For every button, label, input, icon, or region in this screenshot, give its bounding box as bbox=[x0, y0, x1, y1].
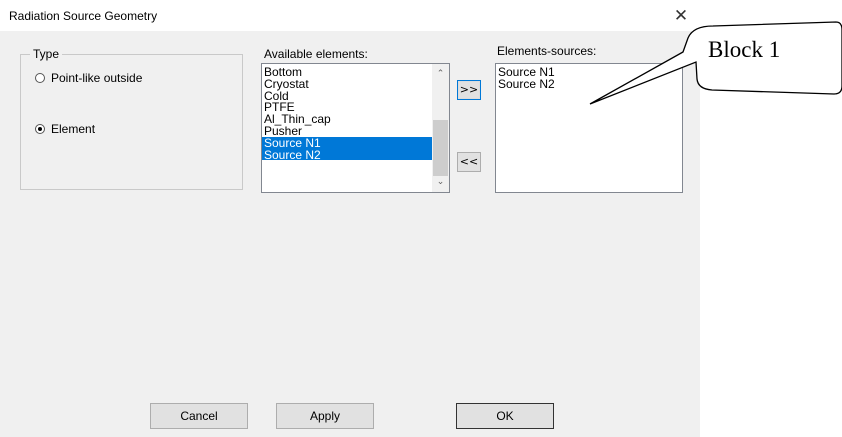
available-elements-scrollbar[interactable]: ⌃ ⌄ bbox=[432, 64, 449, 192]
scroll-up-icon[interactable]: ⌃ bbox=[432, 67, 449, 82]
available-elements-items: Bottom Cryostat Cold PTFE Al_Thin_cap Pusher S… bbox=[262, 66, 433, 160]
block-1-annotation-text: Block 1 bbox=[708, 37, 781, 62]
type-groupbox: Type Point-like outside Element bbox=[20, 47, 243, 190]
elements-sources-label: Elements-sources: bbox=[497, 44, 597, 58]
close-icon[interactable]: ✕ bbox=[668, 4, 694, 28]
radio-point-like-outside-label: Point-like outside bbox=[51, 71, 143, 85]
scroll-down-icon[interactable]: ⌄ bbox=[432, 175, 449, 190]
radio-element[interactable]: Element bbox=[35, 122, 95, 136]
available-elements-listbox[interactable]: Bottom Cryostat Cold PTFE Al_Thin_cap Pusher S… bbox=[261, 63, 450, 193]
title-bar: Radiation Source Geometry ✕ bbox=[0, 0, 700, 31]
radio-element-label: Element bbox=[51, 122, 96, 136]
cancel-button[interactable]: Cancel bbox=[150, 403, 248, 429]
ok-button[interactable]: OK bbox=[456, 403, 554, 429]
radio-point-like-outside-indicator[interactable] bbox=[35, 73, 45, 83]
apply-button[interactable]: Apply bbox=[276, 403, 374, 429]
available-element-item[interactable]: Cryostat bbox=[262, 78, 433, 90]
elements-sources-listbox[interactable]: Source N1 Source N2 bbox=[495, 63, 683, 193]
window-title: Radiation Source Geometry bbox=[9, 9, 158, 23]
remove-from-sources-button[interactable]: << bbox=[457, 152, 481, 172]
available-element-item[interactable]: Source N1 bbox=[262, 136, 433, 149]
scroll-thumb[interactable] bbox=[433, 120, 448, 176]
radio-point-like-outside[interactable]: Point-like outside bbox=[35, 71, 142, 85]
radiation-source-geometry-dialog: Radiation Source Geometry ✕ Type Point-l… bbox=[0, 0, 700, 437]
elements-sources-items: Source N1 Source N2 bbox=[496, 66, 682, 90]
available-elements-label: Available elements: bbox=[264, 47, 368, 61]
available-element-item[interactable]: Source N2 bbox=[262, 148, 433, 160]
available-element-item[interactable]: Pusher bbox=[262, 125, 433, 137]
type-group-legend: Type bbox=[30, 47, 63, 61]
add-to-sources-button[interactable]: >> bbox=[457, 80, 481, 100]
source-element-item[interactable]: Source N2 bbox=[496, 78, 682, 90]
radio-element-indicator[interactable] bbox=[35, 124, 45, 134]
